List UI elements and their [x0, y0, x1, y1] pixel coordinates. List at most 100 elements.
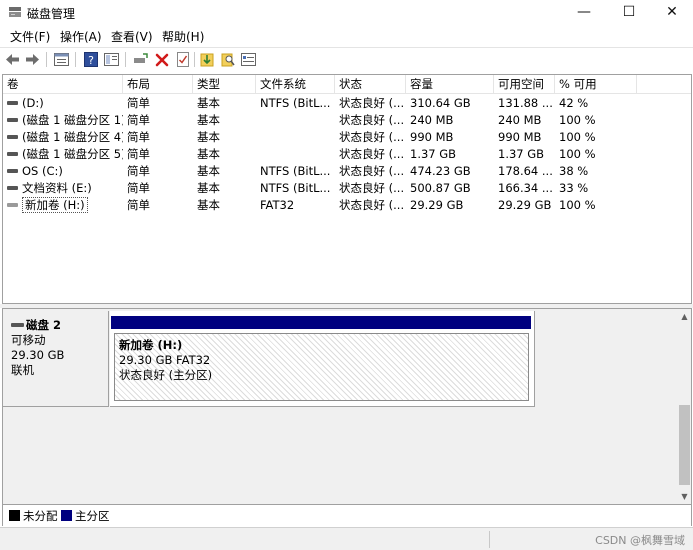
- menu-help[interactable]: 帮助(H): [162, 28, 204, 45]
- volume-type: 基本: [197, 147, 220, 161]
- volume-type: 基本: [197, 164, 220, 178]
- minimize-button[interactable]: —: [561, 0, 607, 24]
- disk-row: 磁盘 2 可移动 29.30 GB 联机 新加卷 (H:) 29.30 GB F…: [3, 311, 538, 409]
- disk-graphical-view[interactable]: 磁盘 2 可移动 29.30 GB 联机 新加卷 (H:) 29.30 GB F…: [2, 308, 692, 505]
- properties-icon[interactable]: [53, 51, 70, 68]
- volume-status: 状态良好 (...: [339, 147, 405, 161]
- disk-icon: [11, 322, 24, 327]
- volume-free-space: 990 MB: [498, 130, 542, 144]
- maximize-button[interactable]: ☐: [606, 0, 652, 24]
- volume-row[interactable]: 文档资料 (E:) 简单 基本 NTFS (BitL... 状态良好 (... …: [3, 180, 691, 197]
- volume-row[interactable]: (磁盘 1 磁盘分区 4) 简单 基本 状态良好 (... 990 MB 990…: [3, 129, 691, 146]
- volume-capacity: 240 MB: [410, 113, 454, 127]
- help-icon[interactable]: ?: [82, 51, 99, 68]
- volume-filesystem: NTFS (BitL...: [260, 96, 331, 110]
- column-header-filesystem[interactable]: 文件系统: [256, 75, 335, 94]
- volume-percent-free: 100 %: [559, 198, 596, 212]
- volume-filesystem: FAT32: [260, 198, 295, 212]
- scrollbar-thumb[interactable]: [679, 405, 690, 485]
- toolbar-separator: [46, 52, 47, 67]
- volume-capacity: 500.87 GB: [410, 181, 471, 195]
- volume-name: 文档资料 (E:): [22, 181, 92, 195]
- volume-type: 基本: [197, 96, 220, 110]
- volume-list[interactable]: 卷 布局 类型 文件系统 状态 容量 可用空间 % 可用 (D:) 简单 基本 …: [2, 74, 692, 304]
- volume-percent-free: 42 %: [559, 96, 589, 110]
- volume-percent-free: 33 %: [559, 181, 589, 195]
- menu-bar: 文件(F) 操作(A) 查看(V) 帮助(H): [0, 26, 693, 46]
- volume-list-header: 卷 布局 类型 文件系统 状态 容量 可用空间 % 可用: [3, 75, 691, 94]
- legend-swatch-unallocated: [9, 510, 20, 521]
- column-header-type[interactable]: 类型: [193, 75, 256, 94]
- volume-row-selected[interactable]: 新加卷 (H:) 简单 基本 FAT32 状态良好 (... 29.29 GB …: [3, 197, 691, 214]
- volume-type: 基本: [197, 181, 220, 195]
- drive-icon: [7, 202, 18, 207]
- volume-status: 状态良好 (...: [339, 164, 405, 178]
- settings-icon[interactable]: [240, 51, 257, 68]
- drive-icon: [7, 100, 18, 105]
- disk-info-panel[interactable]: 磁盘 2 可移动 29.30 GB 联机: [3, 311, 109, 407]
- import-icon[interactable]: [198, 51, 215, 68]
- volume-layout: 简单: [127, 147, 150, 161]
- drive-icon: [7, 134, 18, 139]
- menu-action[interactable]: 操作(A): [60, 28, 102, 45]
- column-header-capacity[interactable]: 容量: [406, 75, 494, 94]
- partition-body[interactable]: 新加卷 (H:) 29.30 GB FAT32 状态良好 (主分区): [114, 333, 529, 401]
- check-icon[interactable]: [174, 51, 191, 68]
- volume-filesystem: [256, 146, 335, 163]
- volume-capacity: 310.64 GB: [410, 96, 471, 110]
- volume-layout: 简单: [127, 130, 150, 144]
- column-header-percent-free[interactable]: % 可用: [555, 75, 637, 94]
- menu-file[interactable]: 文件(F): [10, 28, 50, 45]
- disk-size: 29.30 GB: [11, 348, 65, 362]
- volume-name: OS (C:): [22, 164, 63, 178]
- column-header-status[interactable]: 状态: [335, 75, 406, 94]
- volume-row[interactable]: (磁盘 1 磁盘分区 1) 简单 基本 状态良好 (... 240 MB 240…: [3, 112, 691, 129]
- volume-layout: 简单: [127, 113, 150, 127]
- volume-name: (D:): [22, 96, 44, 110]
- toolbar-separator: [75, 52, 76, 67]
- volume-row[interactable]: (D:) 简单 基本 NTFS (BitL... 状态良好 (... 310.6…: [3, 95, 691, 112]
- status-bar: CSDN @枫舞雪域: [0, 527, 693, 550]
- drive-icon: [7, 117, 18, 122]
- connect-drive-icon[interactable]: [132, 51, 149, 68]
- drive-icon: [7, 151, 18, 156]
- toolbar-separator: [194, 52, 195, 67]
- scroll-up-arrow-icon[interactable]: ▲: [677, 309, 691, 324]
- volume-percent-free: 100 %: [559, 130, 596, 144]
- svg-text:?: ?: [88, 54, 94, 67]
- volume-layout: 简单: [127, 198, 150, 212]
- disk-management-icon: [9, 7, 21, 17]
- toolbar: ?: [0, 47, 693, 71]
- close-button[interactable]: ✕: [649, 0, 693, 24]
- column-header-volume[interactable]: 卷: [3, 75, 123, 94]
- legend-label-primary: 主分区: [75, 509, 110, 523]
- title-bar: 磁盘管理 — ☐ ✕: [0, 0, 693, 24]
- legend-label-unallocated: 未分配: [23, 509, 58, 523]
- back-icon[interactable]: [4, 51, 21, 68]
- delete-icon[interactable]: [153, 51, 170, 68]
- volume-layout: 简单: [127, 164, 150, 178]
- forward-icon[interactable]: [24, 51, 41, 68]
- view-icon[interactable]: [103, 51, 120, 68]
- volume-row[interactable]: OS (C:) 简单 基本 NTFS (BitL... 状态良好 (... 47…: [3, 163, 691, 180]
- column-header-layout[interactable]: 布局: [123, 75, 193, 94]
- volume-name: (磁盘 1 磁盘分区 1): [22, 113, 123, 127]
- toolbar-separator: [125, 52, 126, 67]
- scroll-down-arrow-icon[interactable]: ▼: [677, 489, 691, 504]
- drive-icon: [7, 168, 18, 173]
- partition-block[interactable]: 新加卷 (H:) 29.30 GB FAT32 状态良好 (主分区): [110, 311, 535, 407]
- partition-name: 新加卷 (H:): [119, 338, 183, 352]
- volume-type: 基本: [197, 198, 220, 212]
- volume-name: (磁盘 1 磁盘分区 5): [22, 147, 123, 161]
- menu-view[interactable]: 查看(V): [111, 28, 153, 45]
- disk-type: 可移动: [11, 333, 46, 347]
- volume-percent-free: 38 %: [559, 164, 589, 178]
- search-icon[interactable]: [219, 51, 236, 68]
- volume-status: 状态良好 (...: [339, 113, 405, 127]
- column-header-free-space[interactable]: 可用空间: [494, 75, 555, 94]
- window-title: 磁盘管理: [27, 7, 76, 21]
- vertical-scrollbar[interactable]: ▲ ▼: [677, 309, 691, 504]
- volume-row[interactable]: (磁盘 1 磁盘分区 5) 简单 基本 状态良好 (... 1.37 GB 1.…: [3, 146, 691, 163]
- volume-filesystem: [256, 129, 335, 146]
- volume-percent-free: 100 %: [559, 147, 596, 161]
